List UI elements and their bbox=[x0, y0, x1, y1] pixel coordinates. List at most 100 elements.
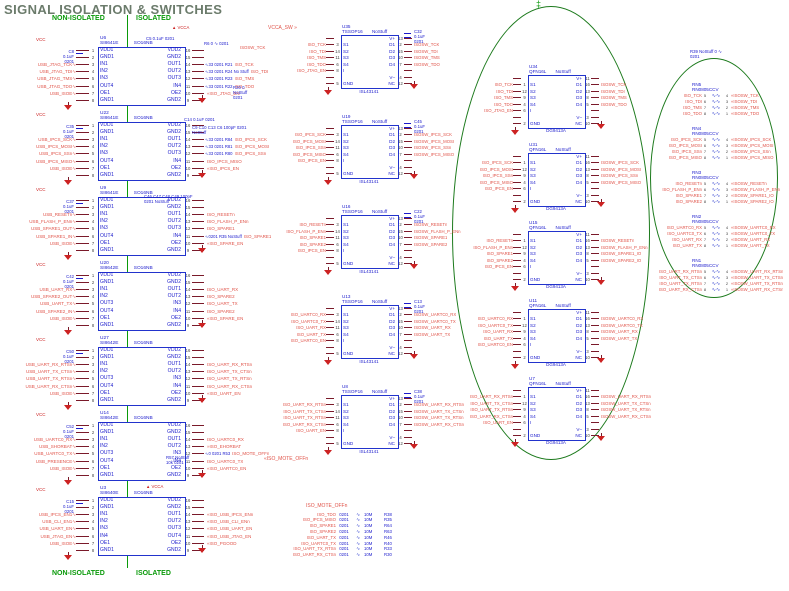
wire bbox=[591, 324, 599, 326]
resistor-row: ISO_IPCS_MISO 8 1 «ISOSW_IPCS_MISO bbox=[646, 155, 788, 161]
wire bbox=[326, 243, 334, 245]
wire bbox=[76, 453, 89, 455]
wire bbox=[326, 333, 334, 335]
pin-number: 2 bbox=[91, 205, 95, 211]
pin-number: 7 bbox=[91, 90, 95, 96]
pin-name: GND2 bbox=[167, 54, 181, 61]
pin-number: 5 bbox=[336, 171, 339, 177]
chip-part: DG9413A bbox=[546, 206, 566, 211]
net-label: ISO_IPCS_SSn bbox=[671, 149, 702, 154]
pin-name: D3 bbox=[389, 235, 395, 241]
net-label: ISO_UARTC0_TX bbox=[301, 541, 336, 546]
misc-label: «ISO_MOTE_OFFn bbox=[264, 456, 309, 462]
wire bbox=[591, 337, 599, 339]
pin-number: 5 bbox=[91, 226, 95, 232]
wire bbox=[76, 57, 89, 59]
ground-icon bbox=[410, 81, 418, 89]
pin-number: 10 bbox=[398, 145, 403, 151]
pin-number: 3 bbox=[91, 362, 95, 368]
net-label: USB_CLI_EN1 bbox=[2, 519, 76, 524]
pin-name: OE2 bbox=[170, 464, 181, 471]
chip-header: U3 SI8640E SO16NB bbox=[100, 486, 153, 497]
pin-number: 6 bbox=[336, 151, 339, 157]
pin-name: I bbox=[343, 158, 345, 164]
chip-package: SO16NB bbox=[133, 491, 153, 497]
resistor-icon bbox=[708, 200, 724, 205]
pin-number: 13 bbox=[585, 88, 590, 94]
pin-number: 15 bbox=[398, 228, 403, 234]
net-label: USB_ISOE bbox=[2, 166, 76, 171]
pin-name: IN2 bbox=[100, 518, 108, 525]
pin-name: VDD2 bbox=[167, 122, 181, 129]
schematic-page: { "title": "SIGNAL ISOLATION & SWITCHES"… bbox=[0, 0, 789, 591]
misc-label: C5 0.1uF 0201 bbox=[146, 36, 175, 41]
pin-number: 1 bbox=[91, 273, 95, 279]
wire bbox=[513, 396, 521, 398]
pin-number: 14 bbox=[185, 212, 191, 218]
net-label: ISOSW_TMS bbox=[414, 55, 440, 61]
net-label: USB_IPCS_MISO bbox=[2, 159, 76, 164]
net-label: ISO_UARTC0_TX bbox=[478, 322, 513, 328]
net-label: «ISOSW_TCK bbox=[731, 93, 759, 98]
pin-name: VDD1 bbox=[100, 122, 114, 129]
wire bbox=[591, 90, 599, 92]
pin-name: OUT2 bbox=[167, 293, 181, 300]
pin-name: GND2 bbox=[167, 396, 181, 403]
wire bbox=[513, 84, 521, 86]
pin-name: OUT2 bbox=[167, 518, 181, 525]
wire bbox=[192, 446, 204, 448]
wire bbox=[76, 310, 89, 312]
resistor-row: ISO_TDO 8 1 «ISOSW_TDO bbox=[646, 111, 788, 117]
wire bbox=[404, 340, 412, 342]
wire bbox=[76, 242, 89, 244]
pin-name: S1 bbox=[530, 394, 536, 400]
net-label: ISO_UART_EN bbox=[296, 428, 326, 434]
pin-number: 1 bbox=[91, 48, 95, 54]
wire bbox=[192, 303, 204, 305]
ground-icon bbox=[597, 277, 605, 285]
pin-name: OUT1 bbox=[167, 361, 181, 368]
pin-name: D3 bbox=[389, 145, 395, 151]
pin-number: 3 bbox=[91, 287, 95, 293]
wire bbox=[76, 282, 89, 284]
pin-name: V+ bbox=[576, 309, 582, 315]
pin-name: GND1 bbox=[100, 204, 114, 211]
resistor-label: 0201 R35 NoStuff bbox=[205, 234, 242, 239]
ground-icon bbox=[64, 327, 72, 335]
pin-number: 6 bbox=[523, 186, 526, 192]
net-label: ISO_IPCS_MISO bbox=[668, 155, 702, 160]
misc-label: ‡ bbox=[536, 0, 542, 9]
pin-number: 12 bbox=[522, 322, 527, 328]
net-label: ISOSW_SPARE1_IO bbox=[601, 251, 642, 257]
pin-name: IN1 bbox=[100, 136, 108, 143]
wire bbox=[591, 350, 599, 352]
wire bbox=[192, 85, 204, 87]
resistor-icon bbox=[708, 94, 724, 99]
pin-number: 7 bbox=[399, 331, 402, 337]
wire bbox=[404, 333, 412, 335]
net-label: USB_UART_RX_RTSn bbox=[2, 362, 76, 367]
net-label: ISO_UART_RX bbox=[672, 237, 702, 242]
net-label: ISO_SPARE2 bbox=[207, 308, 235, 314]
pin-name: OUT3 bbox=[167, 75, 181, 82]
wire bbox=[192, 432, 204, 434]
pin-number: 3 bbox=[725, 98, 729, 104]
pin-number: 1 bbox=[523, 238, 526, 244]
pin-number: 10 bbox=[185, 315, 191, 321]
chip-header: U31 QFN16L NoStuff bbox=[529, 142, 571, 152]
pin-name: GND1 bbox=[100, 279, 114, 286]
resistor-icon bbox=[352, 530, 364, 535]
wire bbox=[76, 460, 89, 462]
wire bbox=[513, 240, 521, 242]
pin-name: OE1 bbox=[100, 464, 111, 471]
chip-header: U15 QFN16L NoStuff bbox=[529, 220, 571, 230]
resistor-icon bbox=[708, 138, 724, 143]
wire bbox=[192, 371, 204, 373]
pin-name: S2 bbox=[343, 48, 349, 54]
pin-name: S4 bbox=[343, 151, 349, 157]
net-label: ISOSW_UART_RX_RTSn bbox=[601, 394, 651, 400]
pin-number: 10 bbox=[585, 277, 590, 283]
pin-name: D4 bbox=[576, 101, 582, 107]
pin-number: 8 bbox=[586, 95, 589, 101]
pin-name: OUT3 bbox=[100, 375, 114, 382]
